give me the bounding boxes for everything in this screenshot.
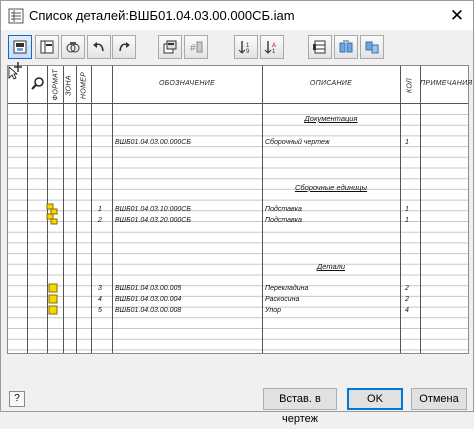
- merge-rows-button[interactable]: [334, 35, 358, 59]
- row-description[interactable]: Сборочный чертеж: [265, 138, 330, 148]
- parts-list-window: Список деталей:ВШБ01.04.03.00.000СБ.iam …: [0, 0, 474, 425]
- part-icon: [48, 294, 58, 304]
- toolbar: # 1 9 A 1: [1, 30, 473, 64]
- assembly-icon: [46, 213, 58, 225]
- header-qty[interactable]: КОЛ: [407, 72, 414, 100]
- row-qty[interactable]: 2: [400, 284, 414, 294]
- row-qty[interactable]: 1: [400, 205, 414, 215]
- insert-in-drawing-button[interactable]: Встав. в чертеж: [263, 388, 337, 425]
- redo-icon: [119, 42, 130, 52]
- section-documentation: Документация: [304, 114, 358, 123]
- filter-button[interactable]: [61, 35, 85, 59]
- split-rows-button[interactable]: [360, 35, 384, 59]
- mouse-cursor-icon: [8, 66, 18, 80]
- row-description[interactable]: Упор: [265, 306, 281, 316]
- sort-ascending-icon: 1 9: [238, 41, 250, 55]
- help-button[interactable]: ?: [9, 391, 25, 407]
- svg-text:9: 9: [246, 49, 250, 55]
- ok-button[interactable]: OK: [347, 388, 403, 410]
- undo-icon: [93, 42, 104, 52]
- row-designation[interactable]: ВШБ01.04.03.00.005: [115, 284, 181, 294]
- title-bar: Список деталей:ВШБ01.04.03.00.000СБ.iam …: [1, 1, 473, 30]
- window-title: Список деталей:ВШБ01.04.03.00.000СБ.iam: [29, 8, 295, 23]
- row-qty[interactable]: 1: [400, 138, 414, 148]
- grid-lines: [8, 66, 468, 353]
- row-designation[interactable]: ВШБ01.04.03.00.000СБ: [115, 138, 191, 148]
- row-description[interactable]: Подставка: [265, 205, 302, 215]
- column-chooser-button[interactable]: [35, 35, 59, 59]
- row-number[interactable]: 5: [91, 306, 109, 316]
- row-description[interactable]: Перекладина: [265, 284, 308, 294]
- row-designation[interactable]: ВШБ01.04.03.20.000СБ: [115, 216, 191, 226]
- find-icon[interactable]: [31, 76, 45, 90]
- undo-button[interactable]: [87, 35, 111, 59]
- sort-ascending-button[interactable]: 1 9: [234, 35, 258, 59]
- row-number[interactable]: 4: [91, 295, 109, 305]
- row-designation[interactable]: ВШБ01.04.03.00.008: [115, 306, 181, 316]
- row-number[interactable]: 2: [91, 216, 109, 226]
- row-qty[interactable]: 1: [400, 216, 414, 226]
- sort-descending-button[interactable]: A 1: [260, 35, 284, 59]
- header-description[interactable]: ОПИСАНИЕ: [262, 80, 400, 87]
- parts-list-grid[interactable]: ФОРМАТ ЗОНА НОМЕР ОБОЗНАЧЕНИЕ ОПИСАНИЕ К…: [7, 62, 472, 354]
- part-icon: [48, 283, 58, 293]
- merge-rows-icon: [339, 40, 353, 53]
- row-number[interactable]: 1: [91, 205, 109, 215]
- close-button[interactable]: ✕: [447, 6, 467, 26]
- svg-text:1: 1: [272, 49, 276, 55]
- row-number[interactable]: 3: [91, 284, 109, 294]
- header-number[interactable]: НОМЕР: [81, 71, 88, 101]
- row-designation[interactable]: ВШБ01.04.03.10.000СБ: [115, 205, 191, 215]
- header-zone[interactable]: ЗОНА: [66, 72, 73, 100]
- section-parts: Детали: [316, 262, 346, 271]
- row-description[interactable]: Раскосина: [265, 295, 299, 305]
- header-notes[interactable]: ПРИМЕЧАНИЯ: [420, 80, 472, 87]
- header-format[interactable]: ФОРМАТ: [53, 69, 60, 100]
- bom-settings-icon: [13, 40, 27, 54]
- split-rows-icon: [365, 41, 379, 54]
- cancel-button[interactable]: Отмена: [411, 388, 467, 410]
- column-chooser-icon: [40, 40, 54, 54]
- section-assemblies: Сборочные единицы: [294, 183, 368, 192]
- sort-descending-icon: A 1: [264, 41, 276, 55]
- row-designation[interactable]: ВШБ01.04.03.00.004: [115, 295, 181, 305]
- grid-view-icon: [313, 40, 326, 54]
- row-description[interactable]: Подставка: [265, 216, 302, 226]
- app-icon: [8, 8, 24, 24]
- dialog-footer: ? Встав. в чертеж OK Отмена: [1, 381, 473, 425]
- header-designation[interactable]: ОБОЗНАЧЕНИЕ: [112, 80, 262, 87]
- export-button[interactable]: [158, 35, 182, 59]
- svg-text:#: #: [190, 43, 196, 54]
- row-qty[interactable]: 4: [400, 306, 414, 316]
- export-icon: [163, 40, 177, 54]
- redo-button[interactable]: [112, 35, 136, 59]
- bom-settings-button[interactable]: [8, 35, 32, 59]
- part-icon: [48, 305, 58, 315]
- grid-view-button[interactable]: [308, 35, 332, 59]
- filter-icon: [66, 42, 80, 53]
- renumber-icon: #: [190, 41, 203, 54]
- row-qty[interactable]: 2: [400, 295, 414, 305]
- renumber-button[interactable]: #: [184, 35, 208, 59]
